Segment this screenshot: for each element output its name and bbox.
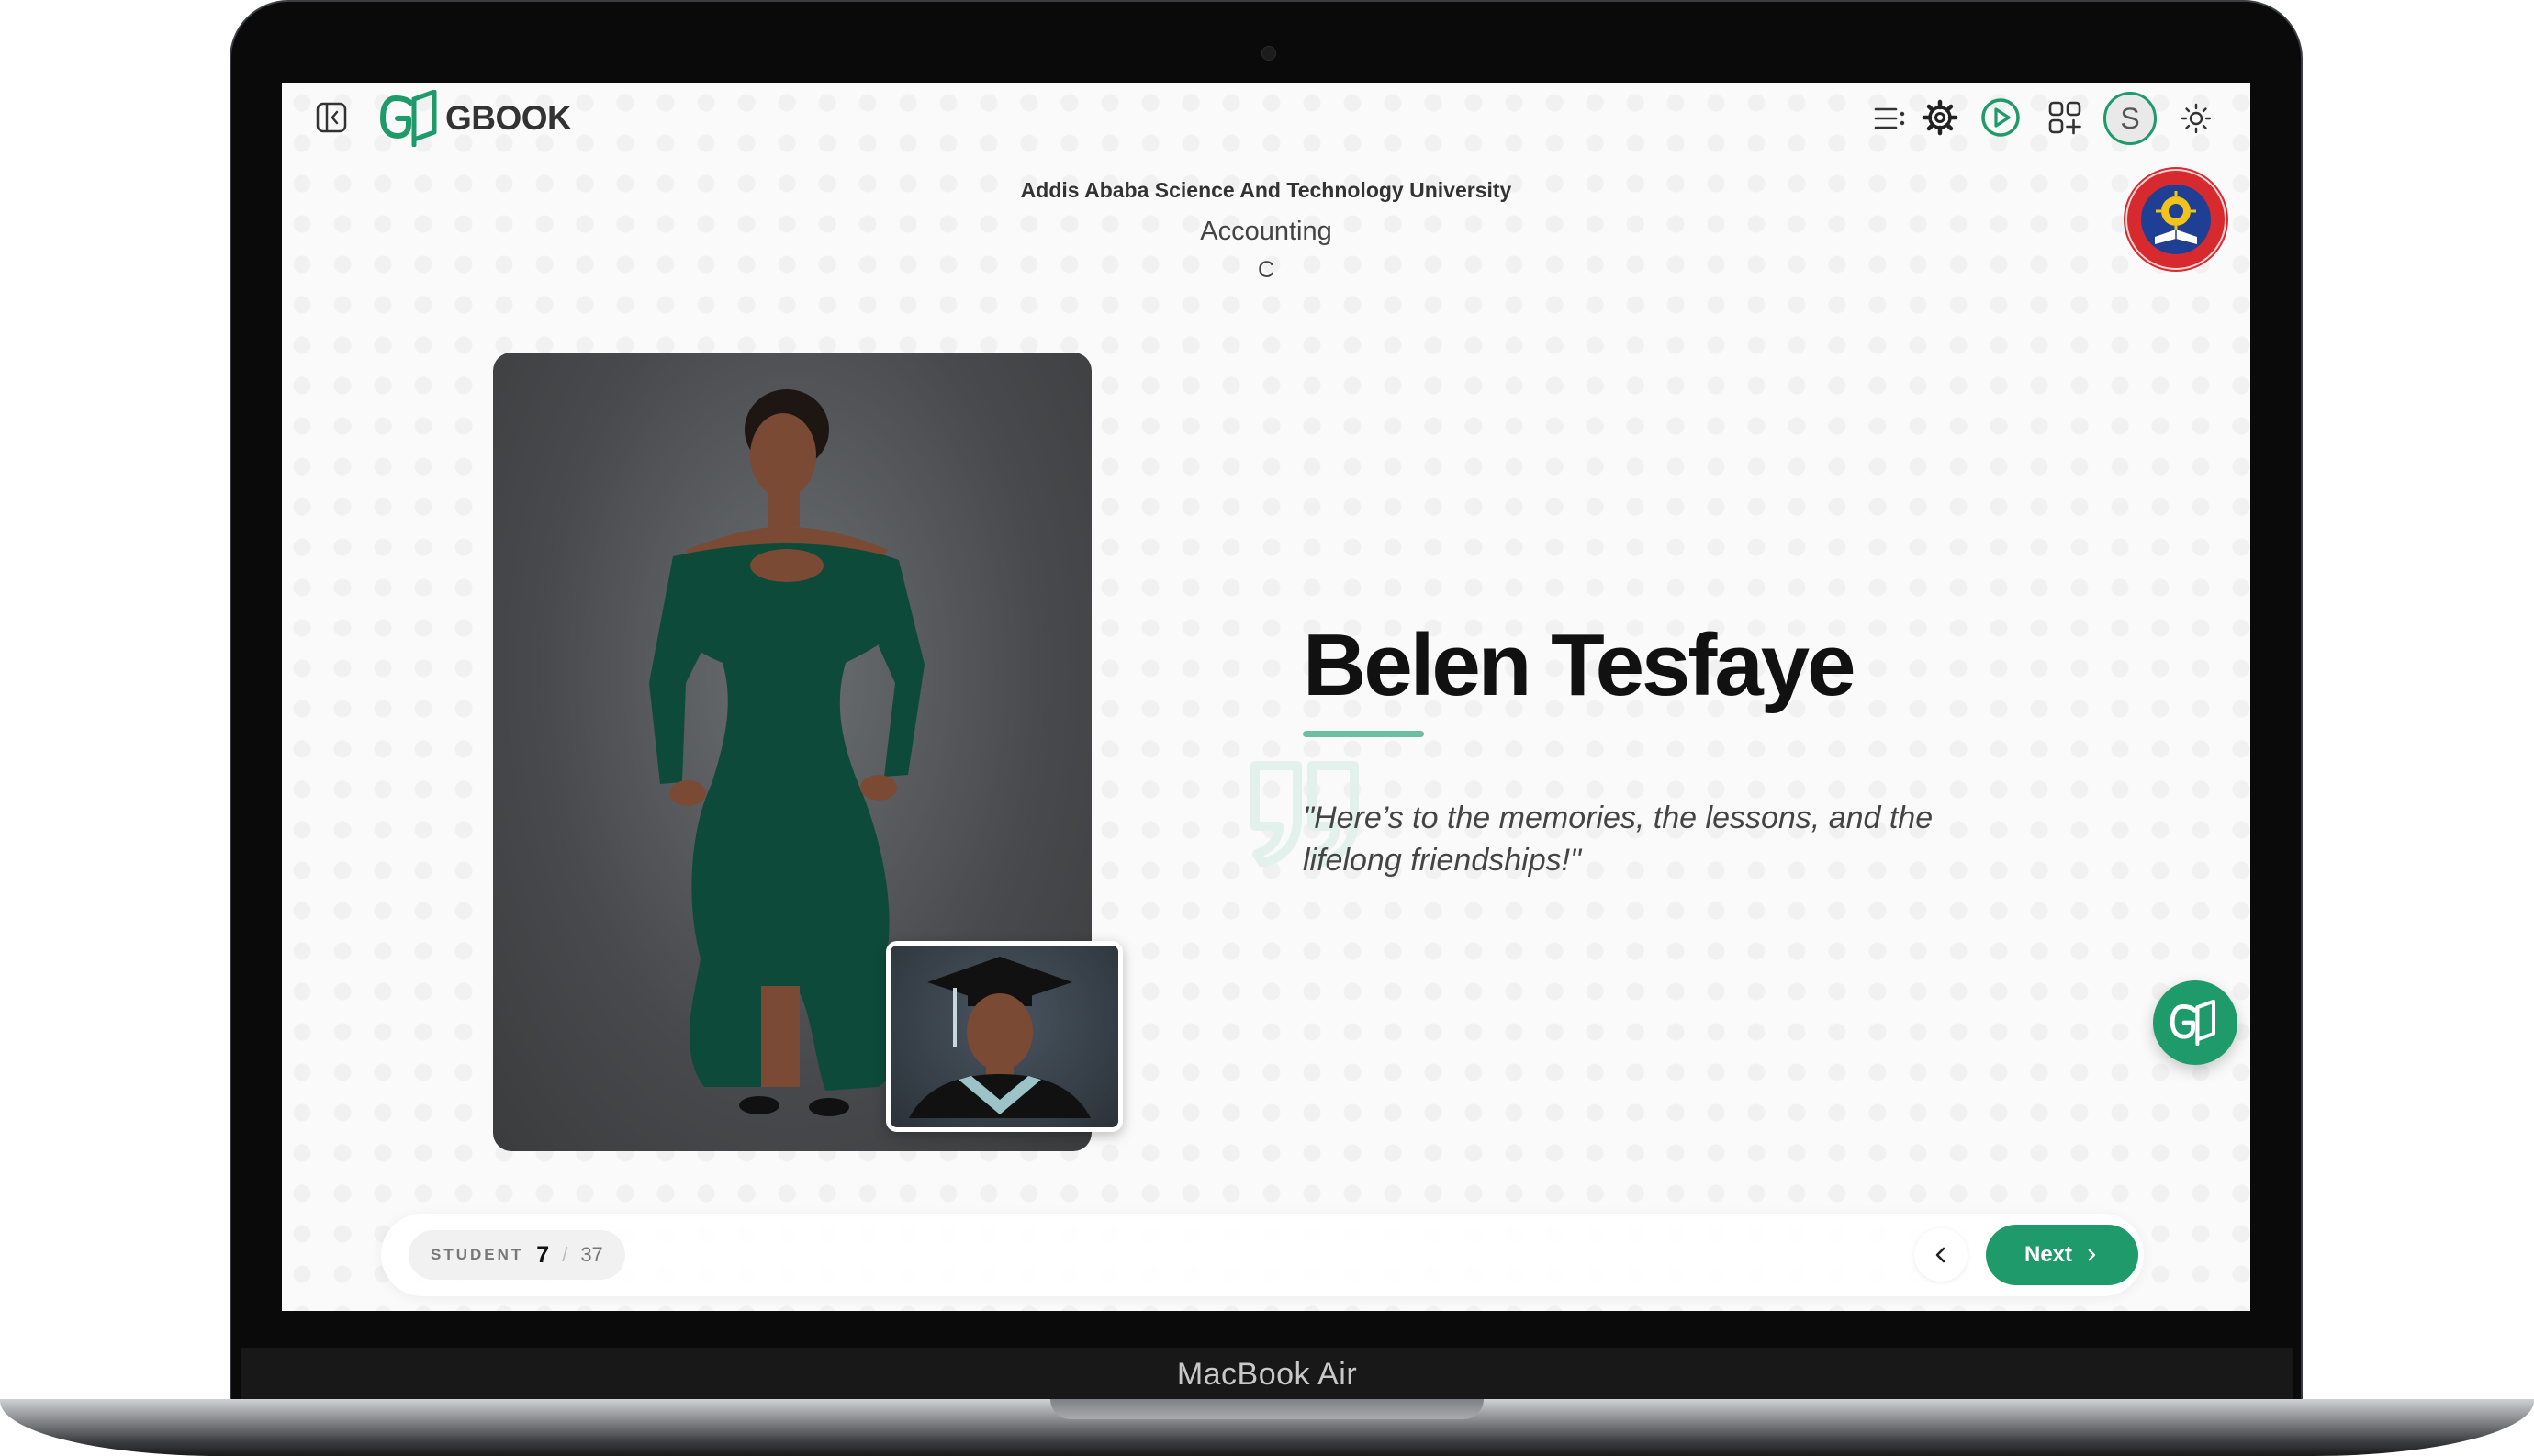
next-button[interactable]: Next — [1986, 1225, 2138, 1285]
apps-grid-icon[interactable] — [2046, 99, 2083, 136]
laptop-notch — [1050, 1399, 1484, 1419]
counter-label: STUDENT — [431, 1246, 524, 1263]
name-underline-accent — [1303, 731, 1424, 737]
student-name: Belen Tesfaye — [1303, 616, 1856, 714]
counter-separator: / — [562, 1243, 568, 1266]
next-button-label: Next — [2024, 1242, 2073, 1267]
chevron-right-icon — [2088, 1249, 2096, 1261]
graduation-photo-thumbnail[interactable] — [886, 941, 1123, 1132]
sidebar-toggle-icon[interactable] — [315, 101, 348, 134]
book-g-logo-icon — [380, 90, 437, 147]
student-quote: "Here’s to the memories, the lessons, an… — [1303, 801, 1934, 878]
university-name: Addis Ababa Science And Technology Unive… — [1020, 178, 1512, 202]
counter-total: 37 — [580, 1243, 603, 1266]
chevron-left-icon — [1935, 1247, 1945, 1263]
sun-theme-toggle-icon[interactable] — [2179, 101, 2214, 136]
student-counter: STUDENT 7 / 37 — [409, 1230, 625, 1280]
counter-current: 7 — [536, 1241, 550, 1268]
gbook-floating-button[interactable] — [2153, 980, 2237, 1065]
app-screen: GBOOK S Addis Ababa Science And Technolo… — [282, 83, 2250, 1311]
webcam — [1261, 46, 1276, 61]
logo-text: GBOOK — [445, 99, 572, 137]
department-name: Accounting — [1200, 217, 1332, 246]
top-header: GBOOK S — [282, 83, 2250, 152]
bottom-navigation-bar: STUDENT 7 / 37 Next — [381, 1214, 2144, 1296]
device-model-label: MacBook Air — [1176, 1357, 1358, 1392]
university-seal-logo — [2122, 165, 2230, 274]
gear-icon[interactable] — [1922, 99, 1958, 136]
menu-list-icon[interactable] — [1872, 101, 1907, 136]
previous-button[interactable] — [1914, 1228, 1968, 1282]
play-slideshow-icon[interactable] — [1980, 97, 2021, 138]
user-avatar[interactable]: S — [2103, 92, 2157, 145]
app-logo[interactable]: GBOOK — [379, 90, 572, 147]
section-name: C — [1257, 257, 1275, 283]
book-g-logo-icon — [2170, 1000, 2215, 1046]
